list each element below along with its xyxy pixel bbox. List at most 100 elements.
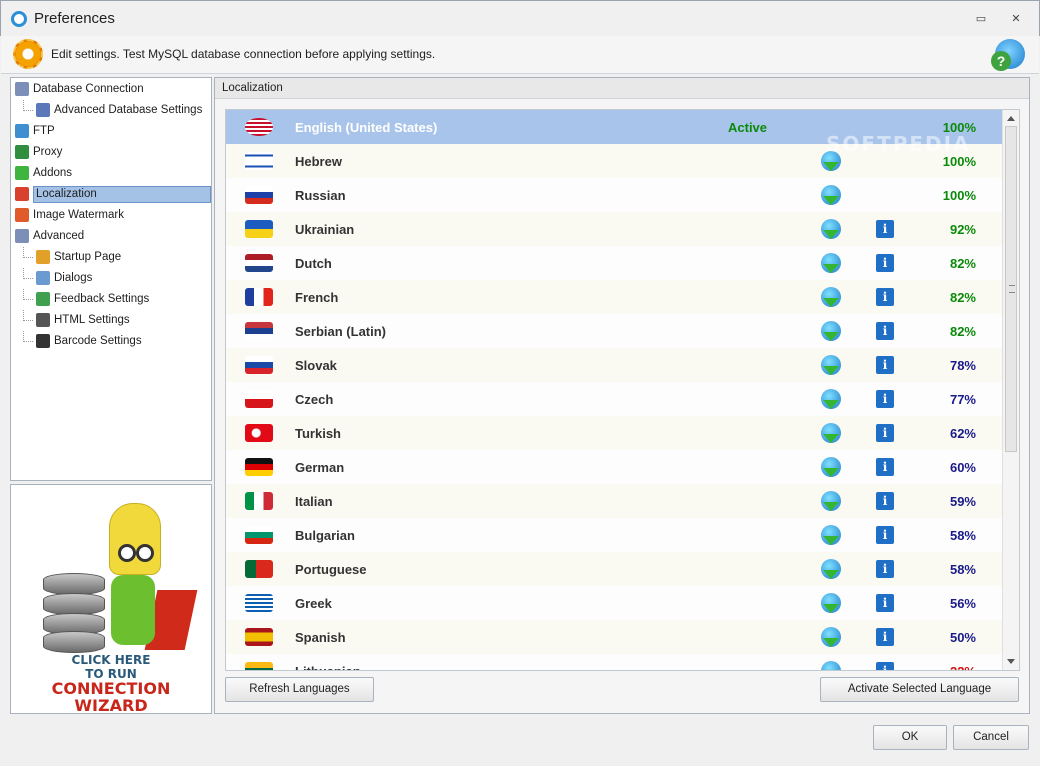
language-row[interactable]: Greek i 56% bbox=[226, 586, 1002, 620]
refresh-languages-button[interactable]: Refresh Languages bbox=[225, 677, 374, 702]
tree-item-advanced-database-settings[interactable]: Advanced Database Settings bbox=[11, 100, 211, 121]
database-settings-icon bbox=[36, 103, 50, 117]
window-title: Preferences bbox=[34, 10, 115, 27]
info-icon[interactable]: i bbox=[876, 560, 894, 578]
language-name: Turkish bbox=[295, 426, 341, 441]
info-icon[interactable]: i bbox=[876, 322, 894, 340]
tree-item-addons[interactable]: Addons bbox=[11, 163, 211, 184]
download-icon[interactable] bbox=[821, 287, 841, 307]
restore-icon[interactable]: ▭ bbox=[973, 11, 989, 27]
tree-item-image-watermark[interactable]: Image Watermark bbox=[11, 205, 211, 226]
flag-it-icon bbox=[245, 492, 273, 510]
close-icon[interactable]: ✕ bbox=[1008, 11, 1024, 27]
tree-item-localization[interactable]: Localization bbox=[11, 184, 211, 205]
download-icon[interactable] bbox=[821, 525, 841, 545]
language-row[interactable]: French i 82% bbox=[226, 280, 1002, 314]
language-row[interactable]: Czech i 77% bbox=[226, 382, 1002, 416]
info-icon[interactable]: i bbox=[876, 220, 894, 238]
tree-item-label: Startup Page bbox=[54, 251, 122, 263]
download-icon[interactable] bbox=[821, 321, 841, 341]
download-icon[interactable] bbox=[821, 253, 841, 273]
download-icon[interactable] bbox=[821, 185, 841, 205]
tree-item-database-connection[interactable]: Database Connection bbox=[11, 79, 211, 100]
tree-item-label: Database Connection bbox=[33, 83, 144, 95]
download-icon[interactable] bbox=[821, 219, 841, 239]
info-icon[interactable]: i bbox=[876, 628, 894, 646]
info-icon[interactable]: i bbox=[876, 662, 894, 670]
image-icon bbox=[15, 208, 29, 222]
help-icon[interactable]: ? bbox=[991, 39, 1025, 71]
language-list-scrollbar[interactable] bbox=[1002, 110, 1019, 670]
language-name: Ukrainian bbox=[295, 222, 355, 237]
database-stack-icon bbox=[43, 573, 105, 653]
language-row[interactable]: Bulgarian i 58% bbox=[226, 518, 1002, 552]
language-row[interactable]: Slovak i 78% bbox=[226, 348, 1002, 382]
language-row[interactable]: Spanish i 50% bbox=[226, 620, 1002, 654]
language-name: Portuguese bbox=[295, 562, 367, 577]
language-name: Lithuanian bbox=[295, 664, 361, 670]
flag-lt-icon bbox=[245, 662, 273, 670]
language-row[interactable]: Dutch i 82% bbox=[226, 246, 1002, 280]
scroll-down-icon[interactable] bbox=[1007, 659, 1015, 664]
language-row[interactable]: German i 60% bbox=[226, 450, 1002, 484]
ok-button[interactable]: OK bbox=[873, 725, 947, 750]
info-icon[interactable]: i bbox=[876, 254, 894, 272]
translation-percent: 50% bbox=[949, 630, 976, 645]
download-icon[interactable] bbox=[821, 491, 841, 511]
settings-tree: Database Connection Advanced Database Set… bbox=[10, 77, 212, 481]
tree-item-dialogs[interactable]: Dialogs bbox=[11, 268, 211, 289]
activate-language-button[interactable]: Activate Selected Language bbox=[820, 677, 1019, 702]
translation-percent: 56% bbox=[949, 596, 976, 611]
info-icon[interactable]: i bbox=[876, 594, 894, 612]
network-icon bbox=[15, 145, 29, 159]
tree-item-ftp[interactable]: FTP bbox=[11, 121, 211, 142]
flag-nl-icon bbox=[245, 254, 273, 272]
info-icon[interactable]: i bbox=[876, 526, 894, 544]
language-row[interactable]: Ukrainian i 92% bbox=[226, 212, 1002, 246]
language-row[interactable]: Turkish i 62% bbox=[226, 416, 1002, 450]
download-icon[interactable] bbox=[821, 661, 841, 670]
language-row[interactable]: Portuguese i 58% bbox=[226, 552, 1002, 586]
tree-item-advanced[interactable]: Advanced bbox=[11, 226, 211, 247]
language-row[interactable]: Lithuanian i 22% bbox=[226, 654, 1002, 670]
download-icon[interactable] bbox=[821, 559, 841, 579]
scroll-thumb[interactable] bbox=[1005, 126, 1017, 452]
tree-item-label: Addons bbox=[33, 167, 73, 179]
language-row[interactable]: Serbian (Latin) i 82% bbox=[226, 314, 1002, 348]
app-icon bbox=[11, 11, 27, 27]
flag-il-icon bbox=[245, 152, 273, 170]
info-icon[interactable]: i bbox=[876, 424, 894, 442]
title-bar: Preferences ▭ ✕ bbox=[0, 0, 1040, 36]
language-row[interactable]: Italian i 59% bbox=[226, 484, 1002, 518]
tree-item-barcode-settings[interactable]: Barcode Settings bbox=[11, 331, 211, 352]
tree-item-html-settings[interactable]: HTML Settings bbox=[11, 310, 211, 331]
download-icon[interactable] bbox=[821, 627, 841, 647]
download-icon[interactable] bbox=[821, 423, 841, 443]
info-icon[interactable]: i bbox=[876, 288, 894, 306]
tree-item-proxy[interactable]: Proxy bbox=[11, 142, 211, 163]
info-icon[interactable]: i bbox=[876, 458, 894, 476]
tree-item-startup-page[interactable]: Startup Page bbox=[11, 247, 211, 268]
info-banner: Edit settings. Test MySQL database conne… bbox=[1, 36, 1039, 74]
download-icon[interactable] bbox=[821, 457, 841, 477]
tree-item-label: Advanced bbox=[33, 230, 85, 242]
download-icon[interactable] bbox=[821, 389, 841, 409]
language-row[interactable]: Russian 100% bbox=[226, 178, 1002, 212]
download-icon[interactable] bbox=[821, 593, 841, 613]
connection-wizard-banner[interactable]: CLICK HERE TO RUN CONNECTION WIZARD bbox=[10, 484, 212, 714]
cancel-button[interactable]: Cancel bbox=[953, 725, 1029, 750]
barcode-icon bbox=[36, 334, 50, 348]
info-icon[interactable]: i bbox=[876, 492, 894, 510]
translation-percent: 78% bbox=[949, 358, 976, 373]
info-icon[interactable]: i bbox=[876, 356, 894, 374]
flag-cz-icon bbox=[245, 390, 273, 408]
info-icon[interactable]: i bbox=[876, 390, 894, 408]
localization-icon bbox=[15, 187, 29, 201]
download-icon[interactable] bbox=[821, 355, 841, 375]
translation-percent: 77% bbox=[949, 392, 976, 407]
language-name: Russian bbox=[295, 188, 346, 203]
tree-item-feedback-settings[interactable]: Feedback Settings bbox=[11, 289, 211, 310]
scroll-up-icon[interactable] bbox=[1007, 116, 1015, 121]
language-list[interactable]: English (United States) Active 100% Hebrew 1… bbox=[225, 109, 1020, 671]
flag-es-icon bbox=[245, 628, 273, 646]
